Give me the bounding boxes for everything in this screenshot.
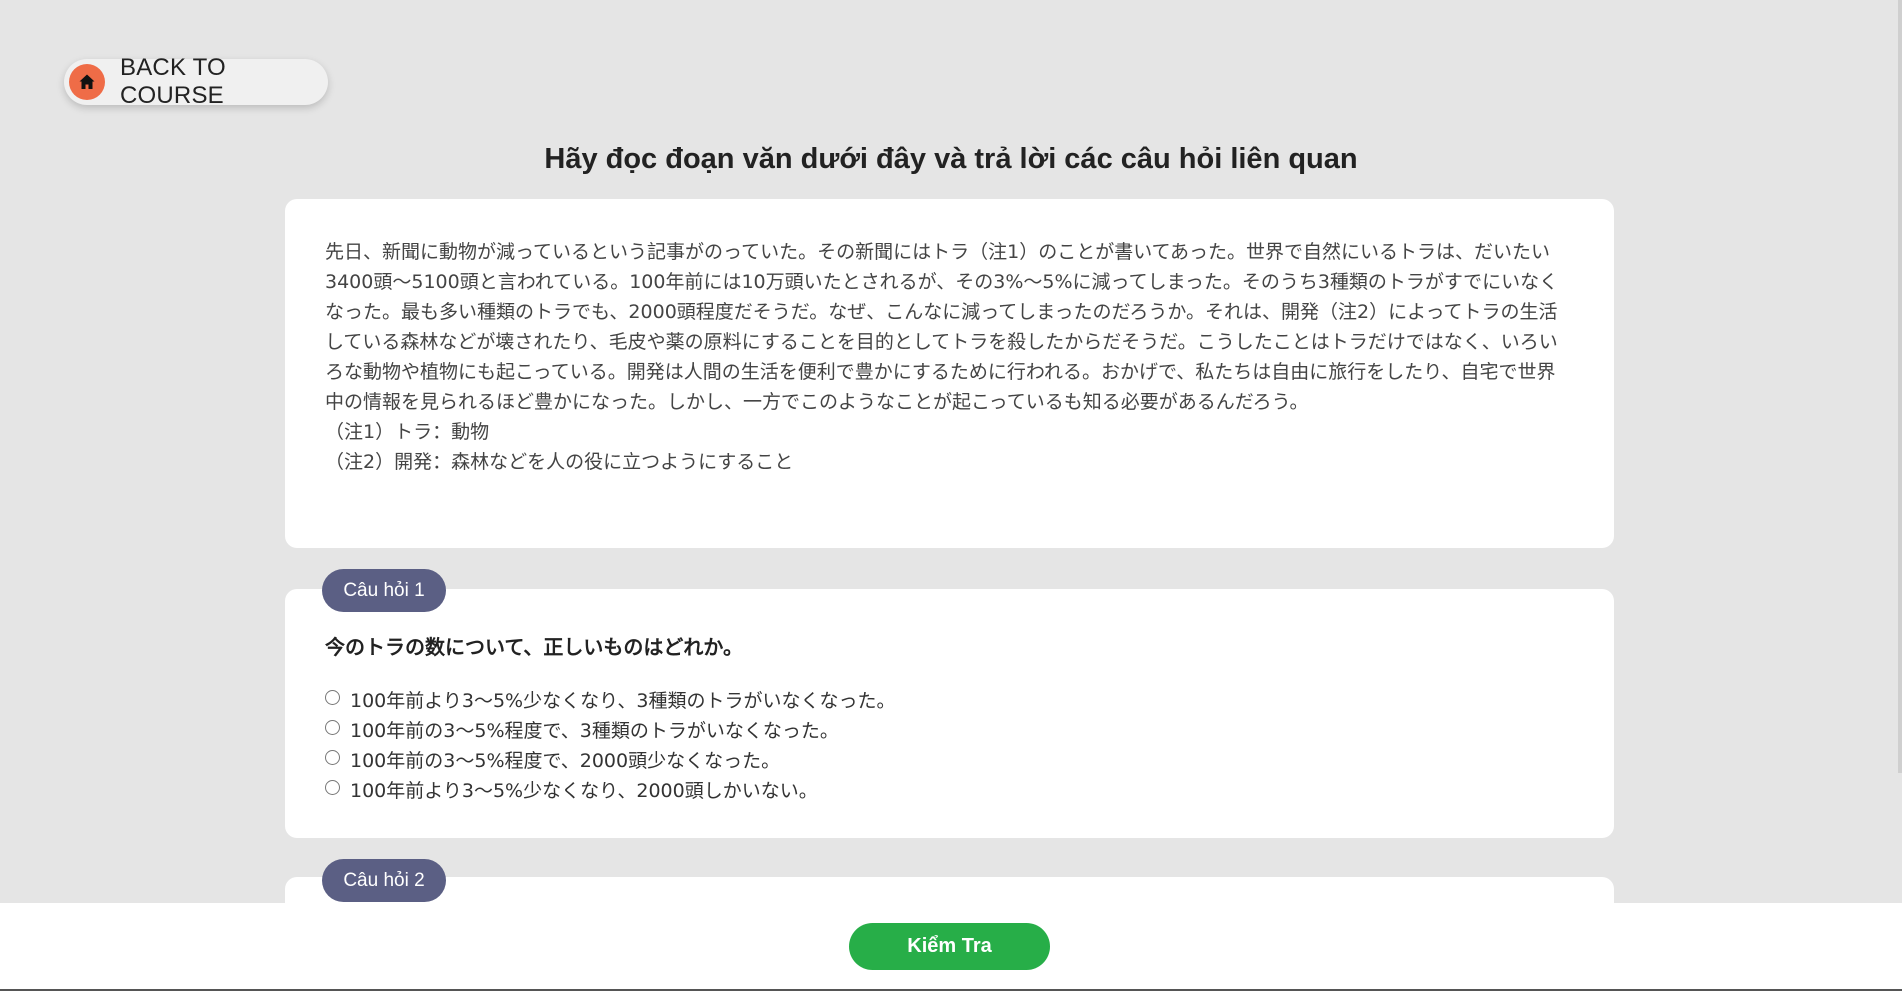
option-label: 100年前より3～5%少なくなり、3種類のトラがいなくなった。 [350,689,896,712]
radio-button[interactable] [325,689,340,705]
option-label: 100年前の3～5%程度で、2000頭少なくなった。 [350,749,781,772]
radio-button[interactable] [325,779,340,795]
quiz-page: BACK TO COURSE Hãy đọc đoạn văn dưới đây… [0,0,1902,991]
home-icon [69,64,105,100]
question-1-badge: Câu hỏi 1 [322,569,446,612]
option-label: 100年前より3～5%少なくなり、2000頭しかいない。 [350,779,818,802]
page-title: Hãy đọc đoạn văn dưới đây và trả lời các… [544,143,1358,175]
back-to-course-button[interactable]: BACK TO COURSE [64,54,328,109]
question-1-option-3[interactable]: 100年前の3～5%程度で、2000頭少なくなった。 [325,744,1574,774]
check-answers-button[interactable]: Kiểm Tra [849,923,1050,970]
passage-note-2: （注2）開発：森林などを人の役に立つようにすること [325,451,794,473]
option-label: 100年前の3～5%程度で、3種類のトラがいなくなった。 [350,719,839,742]
question-1-options: 100年前より3～5%少なくなり、3種類のトラがいなくなった。 100年前の3～… [325,684,1574,804]
page-scrollbar[interactable] [1898,0,1902,773]
question-1-card: 今のトラの数について、正しいものはどれか。 100年前より3～5%少なくなり、3… [285,589,1614,838]
question-1-option-1[interactable]: 100年前より3～5%少なくなり、3種類のトラがいなくなった。 [325,684,1574,714]
radio-button[interactable] [325,719,340,735]
reading-passage: 先日、新聞に動物が減っているという記事がのっていた。その新聞にはトラ（注1）のこ… [325,241,1559,413]
question-1-text: 今のトラの数について、正しいものはどれか。 [325,635,743,659]
question-1-option-4[interactable]: 100年前より3～5%少なくなり、2000頭しかいない。 [325,774,1574,804]
back-to-course-label: BACK TO COURSE [120,54,226,109]
passage-note-1: （注1）トラ：動物 [325,421,490,443]
question-1-option-2[interactable]: 100年前の3～5%程度で、3種類のトラがいなくなった。 [325,714,1574,744]
reading-passage-card: 先日、新聞に動物が減っているという記事がのっていた。その新聞にはトラ（注1）のこ… [285,199,1614,548]
radio-button[interactable] [325,749,340,765]
footer-bar: Kiểm Tra [0,903,1902,991]
question-2-badge: Câu hỏi 2 [322,859,446,902]
